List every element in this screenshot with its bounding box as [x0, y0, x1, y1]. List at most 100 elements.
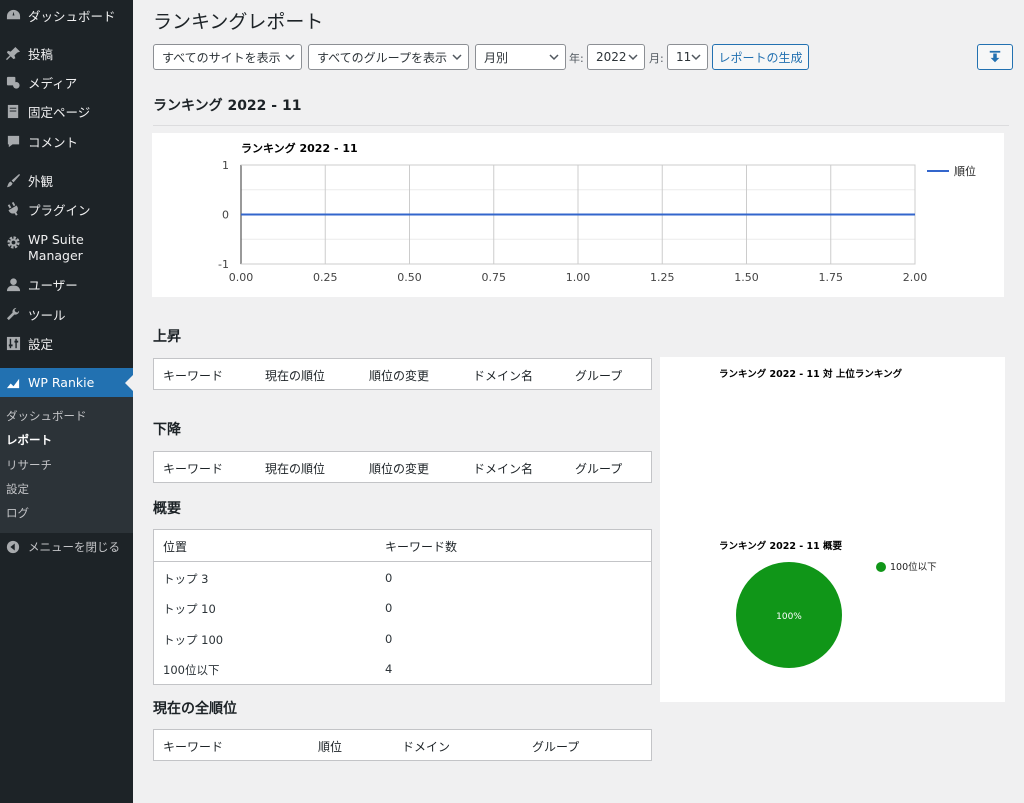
- chart-icon: [5, 375, 21, 391]
- column-header[interactable]: 現在の順位: [265, 460, 325, 477]
- column-header[interactable]: キーワード数: [385, 538, 457, 555]
- column-header[interactable]: キーワード: [163, 738, 223, 755]
- y-tick-label: 0: [222, 209, 229, 222]
- menu-item-wp-suite-manager[interactable]: WP Suite Manager: [0, 232, 133, 264]
- menu-label: コメント: [28, 134, 79, 150]
- column-header[interactable]: ドメイン名: [473, 460, 533, 477]
- period-select[interactable]: 月別: [475, 44, 566, 70]
- summary-count: 0: [385, 632, 393, 646]
- summary-position: トップ 100: [163, 633, 224, 647]
- menu-item-posts[interactable]: 投稿: [0, 43, 133, 63]
- side-charts: ランキング 2022 - 11 対 上位ランキング ランキング 2022 - 1…: [719, 368, 937, 668]
- groups-select[interactable]: すべてのグループを表示: [308, 44, 469, 70]
- column-header[interactable]: グループ: [575, 460, 622, 477]
- dashboard-icon: [5, 7, 21, 23]
- x-tick-label: 0.50: [397, 271, 422, 284]
- year-select[interactable]: 2022: [587, 44, 645, 70]
- menu-item-users[interactable]: ユーザー: [0, 274, 133, 294]
- media-icon: [5, 74, 21, 90]
- submenu-dashboard[interactable]: ダッシュボード: [6, 408, 87, 424]
- column-header[interactable]: 順位の変更: [369, 460, 429, 477]
- y-tick-label: -1: [218, 258, 229, 271]
- sites-select[interactable]: すべてのサイトを表示: [153, 44, 302, 70]
- submenu-log[interactable]: ログ: [6, 505, 29, 521]
- column-header[interactable]: 順位の変更: [369, 367, 429, 384]
- year-select-value: 2022: [596, 50, 627, 64]
- column-header[interactable]: キーワード: [163, 460, 223, 477]
- summary-position: 100位以下: [163, 663, 220, 677]
- chevron-down-icon: [452, 54, 462, 61]
- x-tick-label: 1.25: [650, 271, 675, 284]
- month-label: 月:: [649, 52, 664, 65]
- wrench-icon: [5, 306, 21, 322]
- divider: [153, 125, 1009, 126]
- menu-label: 固定ページ: [28, 104, 91, 120]
- menu-item-comments[interactable]: コメント: [0, 131, 133, 151]
- menu-label: メディア: [28, 75, 78, 91]
- current-rank-table: キーワード 順位 ドメイン グループ: [153, 729, 652, 761]
- menu-item-wp-rankie[interactable]: WP Rankie: [0, 368, 133, 397]
- collapse-label: メニューを閉じる: [28, 540, 120, 554]
- menu-label-line1: WP Suite: [28, 232, 84, 247]
- column-header[interactable]: ドメイン名: [473, 367, 533, 384]
- menu-label: WP Rankie: [28, 375, 95, 390]
- column-header[interactable]: 順位: [318, 738, 342, 755]
- column-header[interactable]: グループ: [532, 738, 579, 755]
- line-chart-card: ランキング 2022 - 11 1 0 -1 0.00 0.25 0.50 0.75 1.0…: [152, 133, 1004, 297]
- pie-slice-label: 100%: [776, 612, 802, 622]
- summary-table: 位置 キーワード数 トップ 3 0 トップ 10 0 トップ 100 0 100…: [153, 529, 652, 685]
- column-header[interactable]: ドメイン: [402, 738, 450, 755]
- menu-label: 設定: [28, 336, 54, 352]
- legend-label: 順位: [954, 164, 976, 178]
- submenu-reports[interactable]: レポート: [6, 432, 52, 448]
- chart-title: ランキング 2022 - 11: [241, 141, 358, 155]
- pie-legend-label: 100位以下: [890, 561, 937, 573]
- menu-item-settings[interactable]: 設定: [0, 333, 133, 353]
- collapse-menu-button[interactable]: メニューを閉じる: [0, 537, 133, 557]
- x-tick-label: 2.00: [903, 271, 928, 284]
- submenu-research[interactable]: リサーチ: [6, 457, 52, 473]
- menu-item-plugins[interactable]: プラグイン: [0, 199, 133, 219]
- fall-title: 下降: [153, 422, 181, 438]
- side-charts-card: ランキング 2022 - 11 対 上位ランキング ランキング 2022 - 1…: [660, 357, 1005, 702]
- menu-item-pages[interactable]: 固定ページ: [0, 101, 133, 121]
- column-header[interactable]: グループ: [575, 367, 622, 384]
- report-section-title: ランキング 2022 - 11: [153, 98, 302, 114]
- brush-icon: [5, 172, 21, 188]
- menu-item-media[interactable]: メディア: [0, 72, 133, 92]
- x-tick-label: 1.50: [734, 271, 759, 284]
- pie-legend-swatch: [876, 562, 886, 572]
- x-tick-label: 0.75: [482, 271, 507, 284]
- menu-label-line2: Manager: [28, 248, 83, 263]
- header-divider: [154, 561, 651, 562]
- download-icon: [989, 50, 1001, 63]
- menu-item-tools[interactable]: ツール: [0, 304, 133, 324]
- summary-title: 概要: [153, 501, 181, 517]
- y-axis-ticks: 1 0 -1: [218, 159, 229, 271]
- menu-label: プラグイン: [28, 202, 91, 218]
- download-button[interactable]: [977, 44, 1013, 70]
- summary-count: 4: [385, 662, 393, 676]
- summary-position: トップ 3: [163, 572, 209, 586]
- chevron-down-icon: [628, 54, 638, 61]
- menu-label: WP Suite Manager: [28, 232, 84, 264]
- menu-item-appearance[interactable]: 外観: [0, 170, 133, 190]
- user-icon: [5, 276, 21, 292]
- x-axis-ticks: 0.00 0.25 0.50 0.75 1.00 1.25 1.50 1.75 2.00: [229, 271, 928, 284]
- plug-icon: [5, 201, 21, 217]
- column-header[interactable]: 現在の順位: [265, 367, 325, 384]
- chevron-down-icon: [549, 54, 559, 61]
- page-title: ランキングレポート: [153, 11, 324, 33]
- generate-report-button[interactable]: レポートの生成: [712, 44, 809, 70]
- menu-label: ツール: [28, 307, 66, 323]
- column-header[interactable]: 位置: [163, 538, 187, 555]
- admin-sidebar: ダッシュボード 投稿 メディア 固定ページ コメント 外観 プラグイン WP S…: [0, 0, 133, 803]
- submenu-settings[interactable]: 設定: [6, 481, 29, 497]
- current-rank-title: 現在の全順位: [153, 701, 237, 717]
- month-select[interactable]: 11: [667, 44, 708, 70]
- rise-table: キーワード 現在の順位 順位の変更 ドメイン名 グループ: [153, 358, 652, 390]
- summary-count: 0: [385, 571, 393, 585]
- year-label: 年:: [569, 52, 584, 65]
- column-header[interactable]: キーワード: [163, 367, 223, 384]
- menu-item-dashboard[interactable]: ダッシュボード: [0, 5, 133, 25]
